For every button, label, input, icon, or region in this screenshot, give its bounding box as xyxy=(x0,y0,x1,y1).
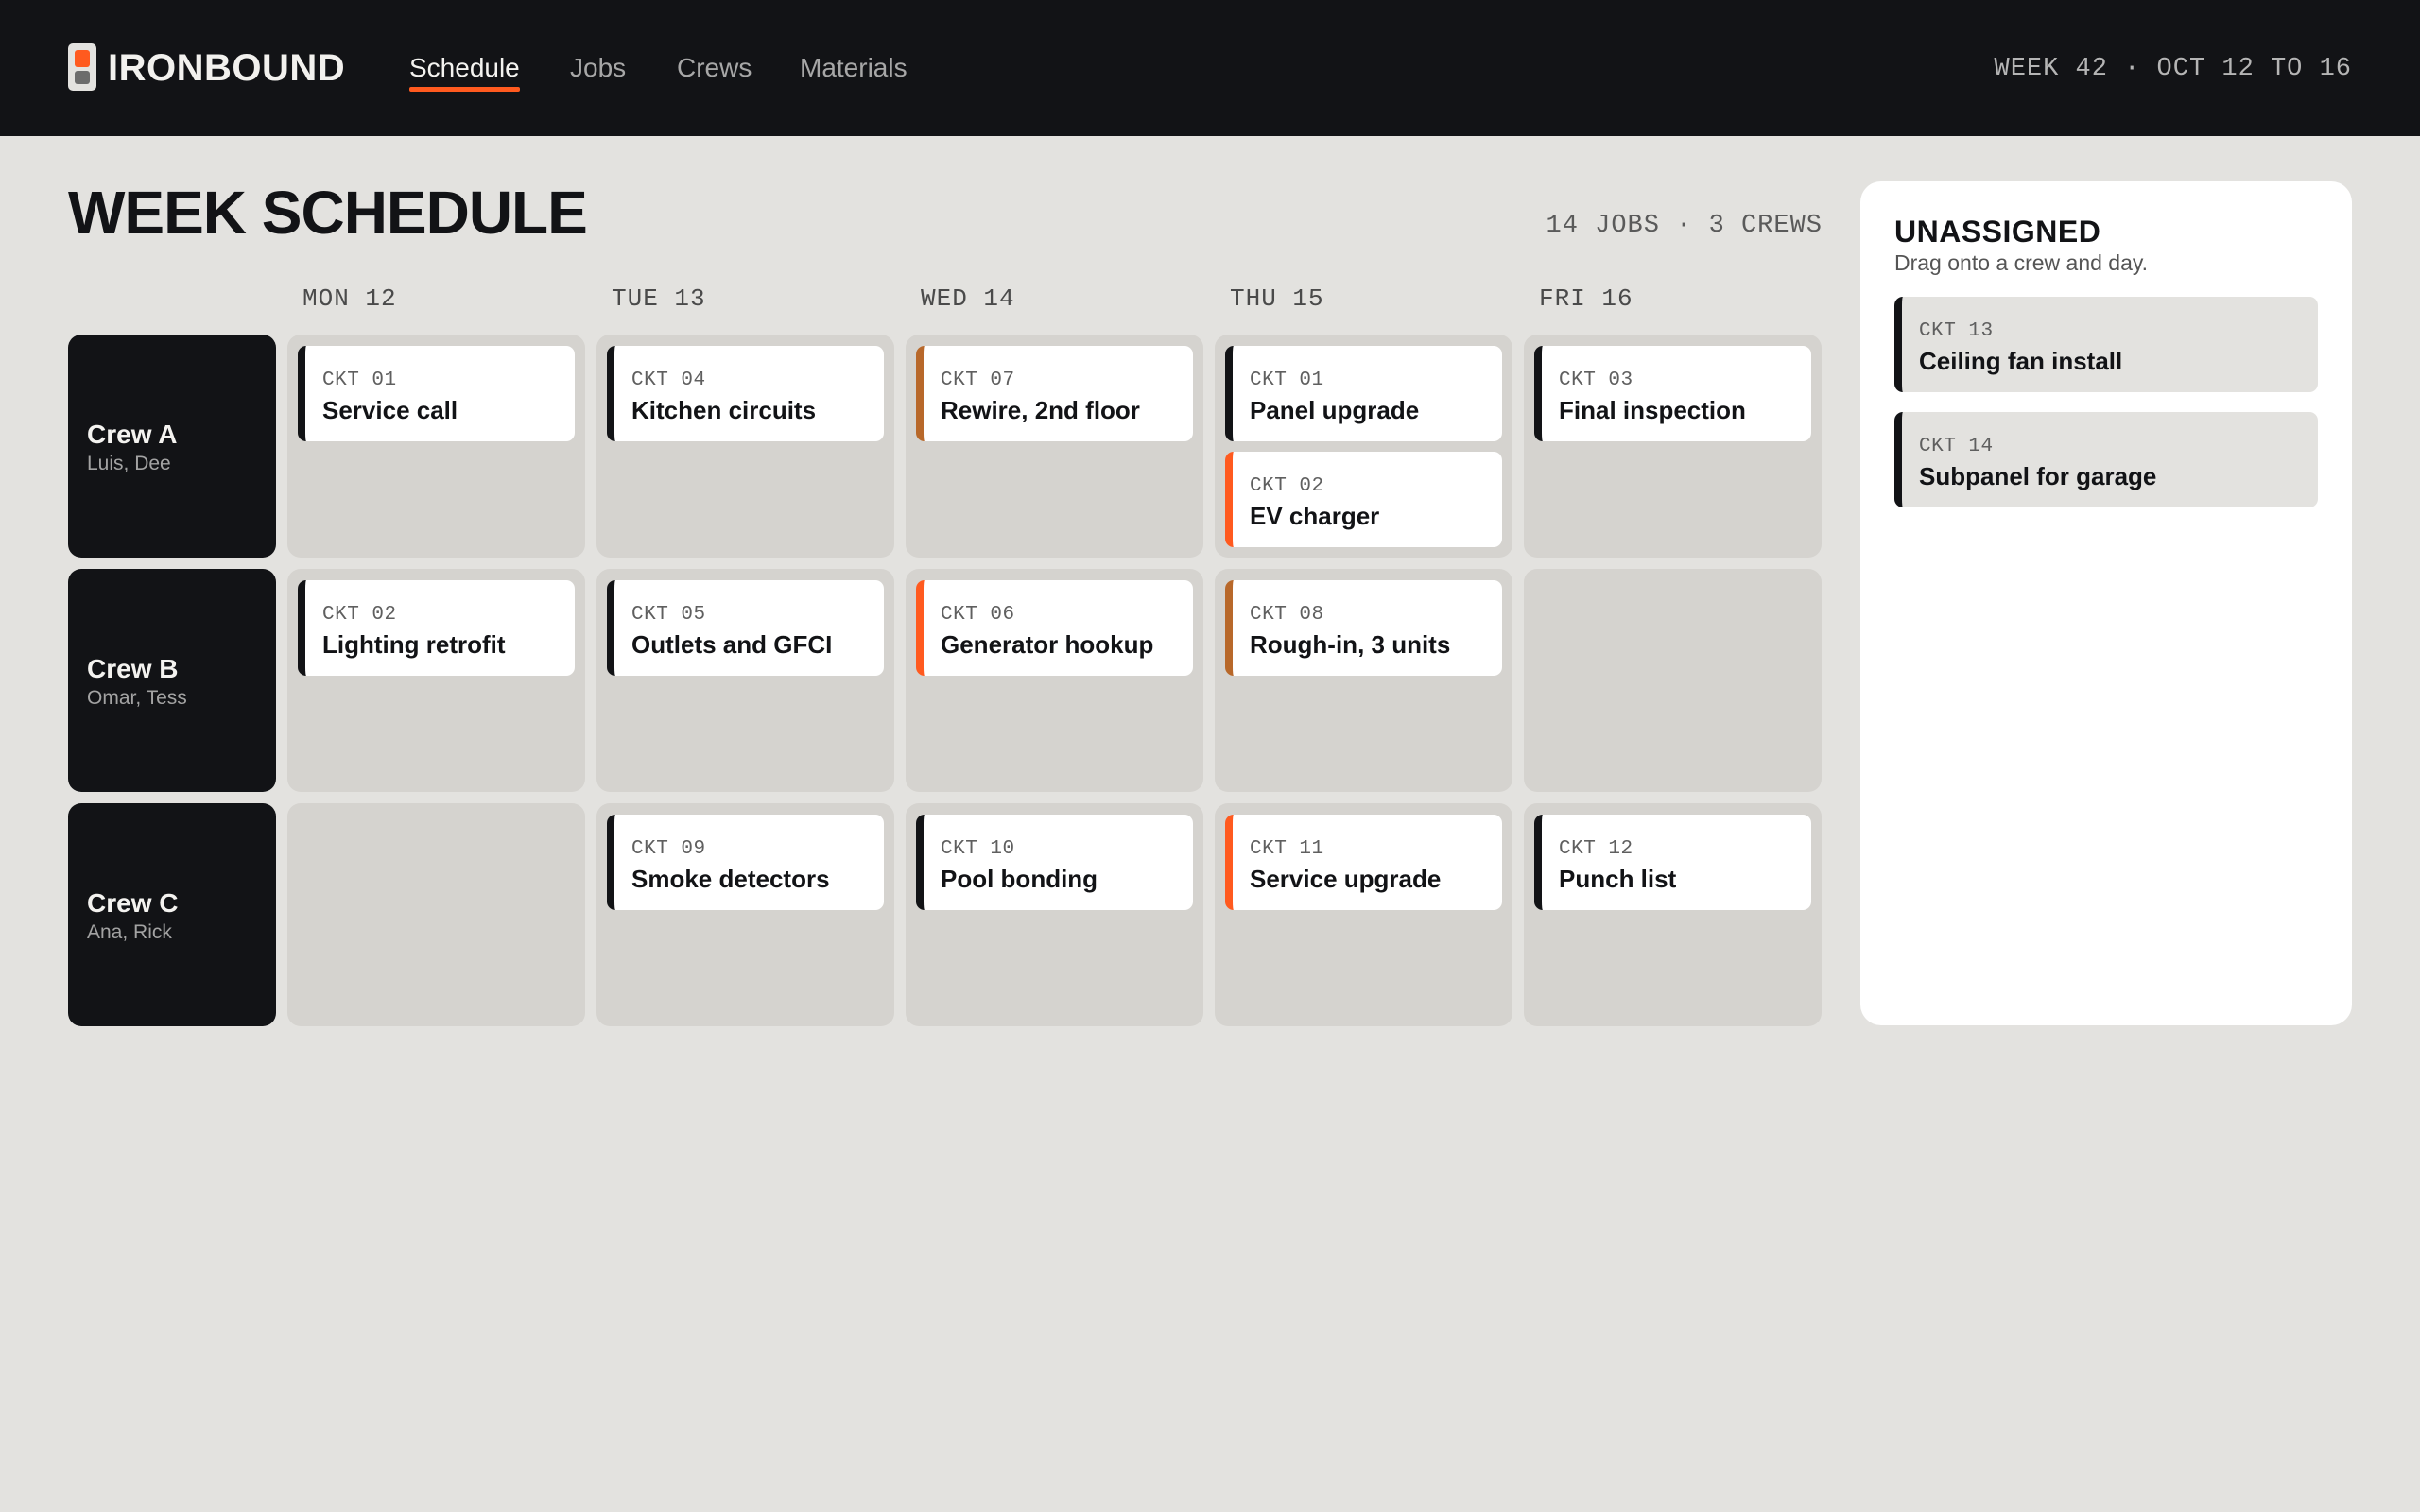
day-header-tue: TUE 13 xyxy=(612,284,706,313)
cell-crew-b-fri[interactable] xyxy=(1524,569,1822,792)
job-code: CKT 05 xyxy=(631,604,706,626)
job-card[interactable]: CKT 02 EV charger xyxy=(1225,452,1502,547)
job-code: CKT 14 xyxy=(1919,436,1994,457)
crew-name: Crew C xyxy=(87,888,179,918)
week-range: WEEK 42 · OCT 12 TO 16 xyxy=(1994,55,2352,83)
job-code: CKT 11 xyxy=(1250,838,1324,860)
job-code: CKT 08 xyxy=(1250,604,1324,626)
job-code: CKT 03 xyxy=(1559,369,1634,391)
job-title: Rewire, 2nd floor xyxy=(941,396,1140,424)
day-header-wed: WED 14 xyxy=(921,284,1015,313)
job-code: CKT 07 xyxy=(941,369,1015,391)
job-title: Rough-in, 3 units xyxy=(1250,630,1451,659)
job-title: Panel upgrade xyxy=(1250,396,1420,424)
top-bar: IRONBOUND Schedule Jobs Crews Materials … xyxy=(0,0,2420,136)
nav-materials[interactable]: Materials xyxy=(800,51,908,85)
cell-crew-a-fri[interactable]: CKT 03 Final inspection xyxy=(1524,335,1822,558)
job-card[interactable]: CKT 01 Panel upgrade xyxy=(1225,346,1502,441)
cell-crew-a-tue[interactable]: CKT 04 Kitchen circuits xyxy=(596,335,894,558)
job-code: CKT 10 xyxy=(941,838,1015,860)
job-card[interactable]: CKT 03 Final inspection xyxy=(1534,346,1811,441)
day-header-mon: MON 12 xyxy=(302,284,397,313)
job-code: CKT 13 xyxy=(1919,320,1994,342)
day-header-thu: THU 15 xyxy=(1230,284,1324,313)
crew-name: Crew A xyxy=(87,420,178,449)
day-header-fri: FRI 16 xyxy=(1539,284,1634,313)
page-title: WEEK SCHEDULE xyxy=(68,179,588,247)
cell-crew-c-mon[interactable] xyxy=(287,803,585,1026)
job-card[interactable]: CKT 12 Punch list xyxy=(1534,815,1811,910)
unassigned-title: UNASSIGNED xyxy=(1894,215,2101,249)
job-title: Ceiling fan install xyxy=(1919,347,2123,375)
crew-members: Ana, Rick xyxy=(87,921,172,943)
cell-crew-b-mon[interactable]: CKT 02 Lighting retrofit xyxy=(287,569,585,792)
job-title: Final inspection xyxy=(1559,396,1746,424)
cell-crew-b-wed[interactable]: CKT 06 Generator hookup xyxy=(906,569,1203,792)
crew-name: Crew B xyxy=(87,654,179,683)
job-code: CKT 06 xyxy=(941,604,1015,626)
job-title: Service upgrade xyxy=(1250,865,1442,893)
job-title: Outlets and GFCI xyxy=(631,630,833,659)
unassigned-panel: UNASSIGNED Drag onto a crew and day. CKT… xyxy=(1860,181,2352,1025)
job-code: CKT 02 xyxy=(1250,475,1324,497)
job-card[interactable]: CKT 01 Service call xyxy=(298,346,575,441)
job-title: Service call xyxy=(322,396,458,424)
job-title: Subpanel for garage xyxy=(1919,462,2157,490)
cell-crew-c-wed[interactable]: CKT 10 Pool bonding xyxy=(906,803,1203,1026)
logo-icon xyxy=(68,43,96,91)
unassigned-hint: Drag onto a crew and day. xyxy=(1894,250,2149,275)
nav-jobs[interactable]: Jobs xyxy=(570,51,626,85)
crew-a-label: Crew A Luis, Dee xyxy=(68,335,276,558)
job-card[interactable]: CKT 05 Outlets and GFCI xyxy=(607,580,884,676)
nav-crews[interactable]: Crews xyxy=(677,51,752,85)
job-card[interactable]: CKT 07 Rewire, 2nd floor xyxy=(916,346,1193,441)
cell-crew-c-thu[interactable]: CKT 11 Service upgrade xyxy=(1215,803,1512,1026)
schedule-summary: 14 JOBS · 3 CREWS xyxy=(1546,212,1823,240)
cell-crew-c-fri[interactable]: CKT 12 Punch list xyxy=(1524,803,1822,1026)
job-card[interactable]: CKT 08 Rough-in, 3 units xyxy=(1225,580,1502,676)
crew-members: Omar, Tess xyxy=(87,687,187,709)
job-code: CKT 12 xyxy=(1559,838,1634,860)
job-title: Generator hookup xyxy=(941,630,1154,659)
job-title: Kitchen circuits xyxy=(631,396,817,424)
job-title: Punch list xyxy=(1559,865,1677,893)
job-card[interactable]: CKT 06 Generator hookup xyxy=(916,580,1193,676)
unassigned-job-card[interactable]: CKT 13 Ceiling fan install xyxy=(1894,297,2318,392)
job-card[interactable]: CKT 02 Lighting retrofit xyxy=(298,580,575,676)
nav-schedule[interactable]: Schedule xyxy=(409,51,520,92)
crew-members: Luis, Dee xyxy=(87,453,171,474)
unassigned-job-card[interactable]: CKT 14 Subpanel for garage xyxy=(1894,412,2318,507)
cell-crew-b-thu[interactable]: CKT 08 Rough-in, 3 units xyxy=(1215,569,1512,792)
job-card[interactable]: CKT 09 Smoke detectors xyxy=(607,815,884,910)
job-code: CKT 01 xyxy=(322,369,397,391)
job-code: CKT 04 xyxy=(631,369,706,391)
job-card[interactable]: CKT 10 Pool bonding xyxy=(916,815,1193,910)
brand-name: IRONBOUND xyxy=(108,47,346,89)
job-title: Pool bonding xyxy=(941,865,1098,893)
job-card[interactable]: CKT 11 Service upgrade xyxy=(1225,815,1502,910)
cell-crew-b-tue[interactable]: CKT 05 Outlets and GFCI xyxy=(596,569,894,792)
cell-crew-a-thu[interactable]: CKT 01 Panel upgrade CKT 02 EV charger xyxy=(1215,335,1512,558)
job-card[interactable]: CKT 04 Kitchen circuits xyxy=(607,346,884,441)
cell-crew-c-tue[interactable]: CKT 09 Smoke detectors xyxy=(596,803,894,1026)
cell-crew-a-wed[interactable]: CKT 07 Rewire, 2nd floor xyxy=(906,335,1203,558)
job-code: CKT 02 xyxy=(322,604,397,626)
job-title: Smoke detectors xyxy=(631,865,830,893)
job-code: CKT 01 xyxy=(1250,369,1324,391)
job-title: Lighting retrofit xyxy=(322,630,506,659)
cell-crew-a-mon[interactable]: CKT 01 Service call xyxy=(287,335,585,558)
job-title: EV charger xyxy=(1250,502,1380,530)
crew-c-label: Crew C Ana, Rick xyxy=(68,803,276,1026)
job-code: CKT 09 xyxy=(631,838,706,860)
crew-b-label: Crew B Omar, Tess xyxy=(68,569,276,792)
